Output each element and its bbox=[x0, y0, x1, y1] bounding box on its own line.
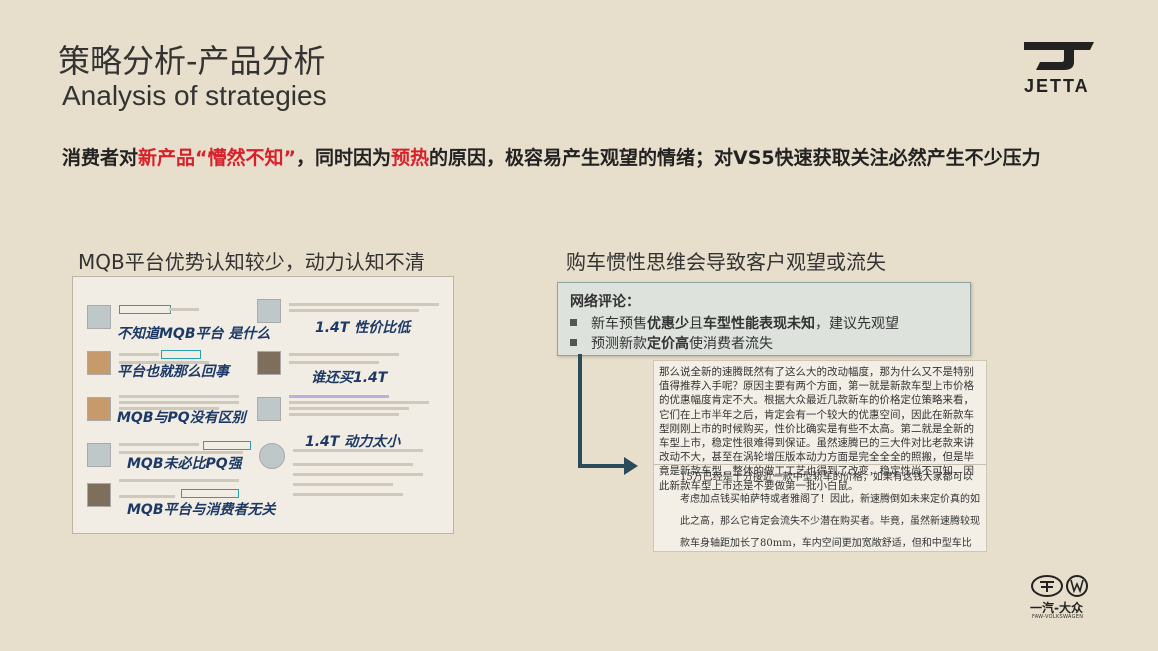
annotation-note: 1.4T 动力太小 bbox=[305, 434, 401, 450]
text-line bbox=[293, 493, 403, 496]
text-line bbox=[289, 361, 379, 364]
text-line bbox=[293, 483, 393, 486]
avatar bbox=[87, 305, 111, 329]
comment-item: 预测新款定价高使消费者流失 bbox=[570, 333, 773, 353]
page-subtitle: Analysis of strategies bbox=[62, 80, 327, 111]
annotation-note: 平台也就那么回事 bbox=[117, 364, 229, 380]
avatar bbox=[257, 397, 281, 421]
text-line bbox=[289, 401, 429, 404]
avatar bbox=[257, 351, 281, 375]
highlight-box bbox=[161, 350, 201, 359]
comment-title: 网络评论： bbox=[570, 294, 640, 310]
comment-item: 新车预售优惠少且车型性能表现未知，建议先观望 bbox=[570, 313, 899, 333]
text-line bbox=[169, 308, 199, 311]
faw-volkswagen-logo-icon bbox=[1031, 575, 1088, 597]
annotation-note: MQB与PQ没有区别 bbox=[117, 410, 246, 426]
article-excerpt: 那么说全新的速腾既然有了这么大的改动幅度，那为什么又不是特别值得推荐入手呢？原因… bbox=[653, 360, 987, 552]
right-section-title: 购车惯性思维会导致客户观望或流失 bbox=[566, 250, 886, 274]
text-line bbox=[289, 413, 399, 416]
highlight-box bbox=[181, 489, 239, 498]
arrow-right-icon bbox=[624, 457, 638, 475]
left-section-title: MQB平台优势认知较少，动力认知不清 bbox=[78, 250, 425, 274]
headline-highlight-1: 新产品“懵然不知” bbox=[138, 147, 296, 169]
bullet-icon bbox=[570, 318, 577, 326]
annotation-note: 谁还买1.4T bbox=[311, 370, 388, 386]
page-title: 策略分析-产品分析 bbox=[58, 42, 326, 80]
bullet-icon bbox=[570, 338, 577, 346]
article-paragraph: 15万已经是十分接近一款中型轿车的价格，如果有这钱大家都可以考虑加点钱买帕萨特或… bbox=[680, 472, 980, 549]
avatar bbox=[87, 443, 111, 467]
headline: 消费者对新产品“懵然不知”，同时因为预热的原因，极容易产生观望的情绪；对VS5快… bbox=[62, 147, 1041, 169]
connector-line bbox=[578, 354, 582, 468]
text-line bbox=[289, 309, 419, 312]
text-line bbox=[293, 463, 413, 466]
avatar bbox=[259, 443, 285, 469]
brand-name: JETTA bbox=[1024, 76, 1090, 96]
avatar bbox=[87, 351, 111, 375]
avatar bbox=[87, 483, 111, 507]
highlight-box bbox=[119, 305, 171, 314]
text-line bbox=[293, 473, 423, 476]
forum-screenshot-collage: 不知道MQB平台 是什么 平台也就那么回事 MQB与PQ没有区别 MQB未必比P… bbox=[72, 276, 454, 534]
annotation-note: 1.4T 性价比低 bbox=[315, 320, 411, 336]
text-line bbox=[119, 401, 239, 404]
divider bbox=[654, 464, 986, 465]
annotation-note: MQB未必比PQ强 bbox=[127, 456, 242, 472]
annotation-note: MQB平台与消费者无关 bbox=[127, 502, 276, 518]
comment-summary-box: 网络评论： 新车预售优惠少且车型性能表现未知，建议先观望 预测新款定价高使消费者… bbox=[557, 282, 971, 356]
avatar bbox=[87, 397, 111, 421]
text-line bbox=[289, 407, 409, 410]
text-line bbox=[119, 443, 199, 446]
highlight-box bbox=[203, 441, 251, 450]
text-line bbox=[289, 395, 389, 398]
text-line bbox=[119, 395, 239, 398]
text-line bbox=[289, 303, 439, 306]
text-line bbox=[119, 353, 159, 356]
headline-highlight-2: 预热 bbox=[391, 147, 430, 169]
text-line bbox=[119, 479, 239, 482]
annotation-note: 不知道MQB平台 是什么 bbox=[117, 326, 271, 342]
text-line bbox=[119, 495, 175, 498]
text-line bbox=[289, 353, 399, 356]
connector-line bbox=[578, 464, 628, 468]
avatar bbox=[257, 299, 281, 323]
faw-brand-en: FAW-VOLKSWAGEN bbox=[1032, 614, 1084, 620]
